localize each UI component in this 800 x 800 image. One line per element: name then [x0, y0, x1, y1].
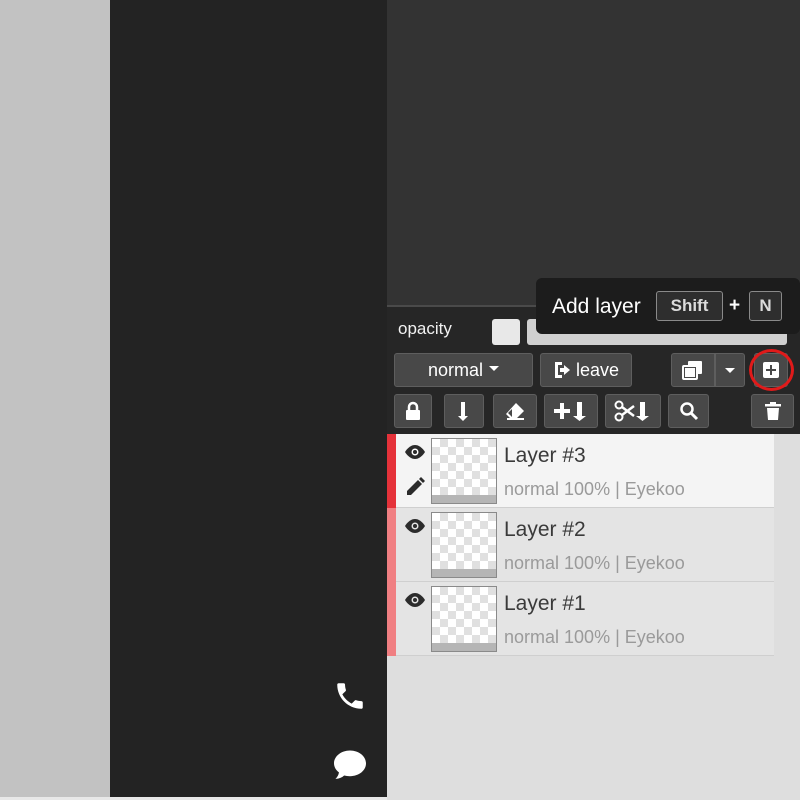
lock-icon [406, 401, 420, 420]
cut-merge-button[interactable] [605, 394, 661, 428]
lock-layer-button[interactable] [394, 394, 432, 428]
layer-name: Layer #2 [504, 518, 586, 541]
eye-icon[interactable] [403, 444, 427, 460]
merge-down-button[interactable] [444, 394, 484, 428]
layer-separator: | [615, 553, 620, 573]
layer-row[interactable]: Layer #3 normal 100% | Eyekoo [387, 434, 774, 508]
layer-thumbnail [431, 586, 497, 652]
shortcut-modifier-key: Shift [656, 291, 723, 321]
phone-icon[interactable] [330, 676, 370, 716]
layer-opacity: 100% [564, 479, 611, 499]
opacity-label: opacity [398, 319, 452, 338]
layer-meta: normal 100% | Eyekoo [504, 479, 690, 500]
active-layer-marker [387, 434, 396, 508]
add-merge-button[interactable] [544, 394, 598, 428]
layer-row[interactable]: Layer #1 normal 100% | Eyekoo [387, 582, 774, 656]
layer-blend: normal [504, 553, 560, 573]
duplicate-layer-button[interactable] [671, 353, 715, 387]
zoom-layer-button[interactable] [668, 394, 709, 428]
layer-opacity: 100% [564, 553, 611, 573]
layer-owner: Eyekoo [624, 627, 685, 647]
layer-opacity: 100% [564, 627, 611, 647]
leave-button[interactable]: leave [540, 353, 632, 387]
eye-icon[interactable] [403, 592, 427, 608]
add-layer-tooltip: Add layer Shift + N [536, 278, 800, 334]
layer-name: Layer #1 [504, 592, 586, 615]
merge-down-icon [458, 402, 468, 421]
duplicate-options-button[interactable] [715, 353, 745, 387]
add-merge-icon [554, 402, 586, 421]
add-layer-icon [763, 362, 779, 378]
blend-mode-value: normal [427, 359, 484, 380]
blend-mode-dropdown[interactable]: normal [394, 353, 533, 387]
layer-separator: | [615, 479, 620, 499]
clear-layer-button[interactable] [493, 394, 537, 428]
left-gray-strip [0, 0, 110, 800]
layer-marker [387, 582, 396, 656]
pencil-icon [407, 477, 425, 495]
trash-icon [764, 402, 781, 420]
duplicate-icon [682, 361, 702, 380]
layer-list: Layer #3 normal 100% | Eyekoo Layer #2 norm… [387, 434, 774, 656]
layer-thumbnail [431, 438, 497, 504]
layer-marker [387, 508, 396, 582]
eraser-icon [506, 403, 524, 420]
shortcut-key: N [749, 291, 782, 321]
layer-separator: | [615, 627, 620, 647]
layer-blend: normal [504, 479, 560, 499]
layer-owner: Eyekoo [624, 479, 685, 499]
layer-owner: Eyekoo [624, 553, 685, 573]
opacity-swatch[interactable] [492, 319, 520, 345]
search-icon [679, 402, 698, 421]
cut-merge-icon [614, 400, 649, 422]
layer-blend: normal [504, 627, 560, 647]
chevron-down-icon [489, 365, 500, 371]
add-layer-button[interactable] [754, 353, 788, 387]
layer-thumbnail [431, 512, 497, 578]
layer-row[interactable]: Layer #2 normal 100% | Eyekoo [387, 508, 774, 582]
layer-panel: opacity normal leave Layer #3 normal 100… [387, 305, 800, 800]
canvas-area[interactable] [387, 0, 800, 305]
chevron-down-icon [725, 367, 735, 373]
layer-meta: normal 100% | Eyekoo [504, 627, 690, 648]
eye-icon[interactable] [403, 518, 427, 534]
chat-icon[interactable] [330, 745, 370, 785]
tooltip-label: Add layer [552, 295, 641, 318]
layer-meta: normal 100% | Eyekoo [504, 553, 690, 574]
delete-layer-button[interactable] [751, 394, 794, 428]
layer-name: Layer #3 [504, 444, 586, 467]
leave-label: leave [575, 359, 620, 380]
sign-out-icon [554, 362, 570, 378]
shortcut-plus: + [729, 295, 741, 316]
